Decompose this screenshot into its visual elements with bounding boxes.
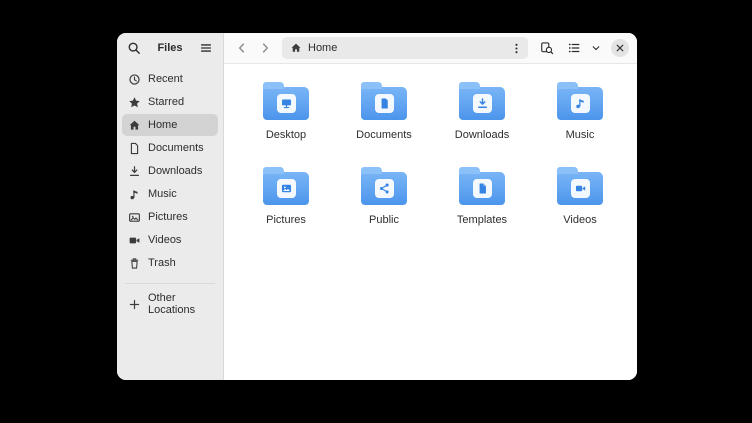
template-emblem-icon (473, 179, 492, 198)
folder-icon (459, 87, 505, 120)
share-emblem-icon (375, 179, 394, 198)
download-emblem-icon (473, 94, 492, 113)
sidebar-item-pictures[interactable]: Pictures (122, 206, 218, 228)
sidebar-item-label: Trash (148, 257, 176, 269)
folder-icon (557, 172, 603, 205)
headerbar: Home (224, 33, 637, 64)
sidebar-separator (125, 283, 215, 284)
sidebar-item-recent[interactable]: Recent (122, 68, 218, 90)
trash-icon (128, 257, 141, 270)
file-browser-area: Desktop Documents (224, 64, 637, 380)
sidebar-item-label: Videos (148, 234, 181, 246)
sidebar-item-documents[interactable]: Documents (122, 137, 218, 159)
music-note-icon (128, 188, 141, 201)
folder-item-public[interactable]: Public (335, 164, 433, 248)
home-icon (128, 119, 141, 132)
music-emblem-icon (571, 94, 590, 113)
folder-item-music[interactable]: Music (531, 79, 629, 163)
sidebar-item-label: Home (148, 119, 177, 131)
folder-icon (361, 172, 407, 205)
path-menu-button[interactable] (508, 38, 524, 58)
folder-name: Videos (563, 214, 596, 226)
folder-grid: Desktop Documents (237, 79, 637, 248)
video-emblem-icon (571, 179, 590, 198)
folder-icon (459, 172, 505, 205)
folder-icon (361, 87, 407, 120)
clock-icon (128, 73, 141, 86)
home-icon (290, 42, 302, 54)
download-icon (128, 165, 141, 178)
folder-item-templates[interactable]: Templates (433, 164, 531, 248)
sidebar-item-label: Other Locations (148, 292, 212, 316)
folder-name: Downloads (455, 129, 509, 141)
plus-icon (128, 298, 141, 311)
star-icon (128, 96, 141, 109)
forward-icon (258, 41, 272, 55)
app-title: Files (157, 42, 182, 54)
kebab-menu-icon (510, 42, 523, 55)
forward-button[interactable] (255, 38, 275, 58)
sidebar-item-home[interactable]: Home (122, 114, 218, 136)
sidebar-header: Files (117, 33, 223, 63)
folder-name: Music (566, 129, 595, 141)
sidebar-item-other-locations[interactable]: Other Locations (122, 293, 218, 315)
folder-name: Templates (457, 214, 507, 226)
path-bar[interactable]: Home (282, 37, 528, 59)
sidebar-item-starred[interactable]: Starred (122, 91, 218, 113)
main-pane: Home (224, 33, 637, 380)
picture-emblem-icon (277, 179, 296, 198)
folder-item-downloads[interactable]: Downloads (433, 79, 531, 163)
folder-item-desktop[interactable]: Desktop (237, 79, 335, 163)
current-location: Home (308, 42, 502, 54)
view-options-dropdown[interactable] (589, 37, 603, 59)
monitor-emblem-icon (277, 94, 296, 113)
back-button[interactable] (232, 38, 252, 58)
search-icon[interactable] (126, 41, 141, 56)
search-button[interactable] (535, 37, 559, 59)
sidebar: Files Recent Starred Home Documents (117, 33, 224, 380)
sidebar-item-label: Pictures (148, 211, 188, 223)
sidebar-item-label: Downloads (148, 165, 202, 177)
folder-icon (263, 172, 309, 205)
sidebar-item-videos[interactable]: Videos (122, 229, 218, 251)
folder-item-videos[interactable]: Videos (531, 164, 629, 248)
view-toggle-button[interactable] (562, 37, 586, 59)
close-icon (615, 43, 625, 53)
video-icon (128, 234, 141, 247)
sidebar-item-label: Documents (148, 142, 204, 154)
document-emblem-icon (375, 94, 394, 113)
sidebar-item-downloads[interactable]: Downloads (122, 160, 218, 182)
files-window: Files Recent Starred Home Documents (117, 33, 637, 380)
hamburger-menu-icon[interactable] (199, 41, 214, 56)
sidebar-item-label: Recent (148, 73, 183, 85)
sidebar-item-music[interactable]: Music (122, 183, 218, 205)
list-view-icon (567, 41, 581, 55)
folder-icon (263, 87, 309, 120)
window-close-button[interactable] (611, 39, 629, 57)
folder-item-pictures[interactable]: Pictures (237, 164, 335, 248)
search-icon (540, 41, 554, 55)
folder-icon (557, 87, 603, 120)
picture-icon (128, 211, 141, 224)
sidebar-item-label: Starred (148, 96, 184, 108)
sidebar-item-label: Music (148, 188, 177, 200)
folder-name: Pictures (266, 214, 306, 226)
folder-name: Public (369, 214, 399, 226)
chevron-down-icon (591, 43, 601, 53)
folder-name: Documents (356, 129, 412, 141)
sidebar-list: Recent Starred Home Documents Downloads … (117, 63, 223, 380)
desktop-background: { "window": { "title": "Files" }, "sideb… (0, 0, 752, 423)
folder-name: Desktop (266, 129, 306, 141)
document-icon (128, 142, 141, 155)
folder-item-documents[interactable]: Documents (335, 79, 433, 163)
back-icon (235, 41, 249, 55)
sidebar-item-trash[interactable]: Trash (122, 252, 218, 274)
